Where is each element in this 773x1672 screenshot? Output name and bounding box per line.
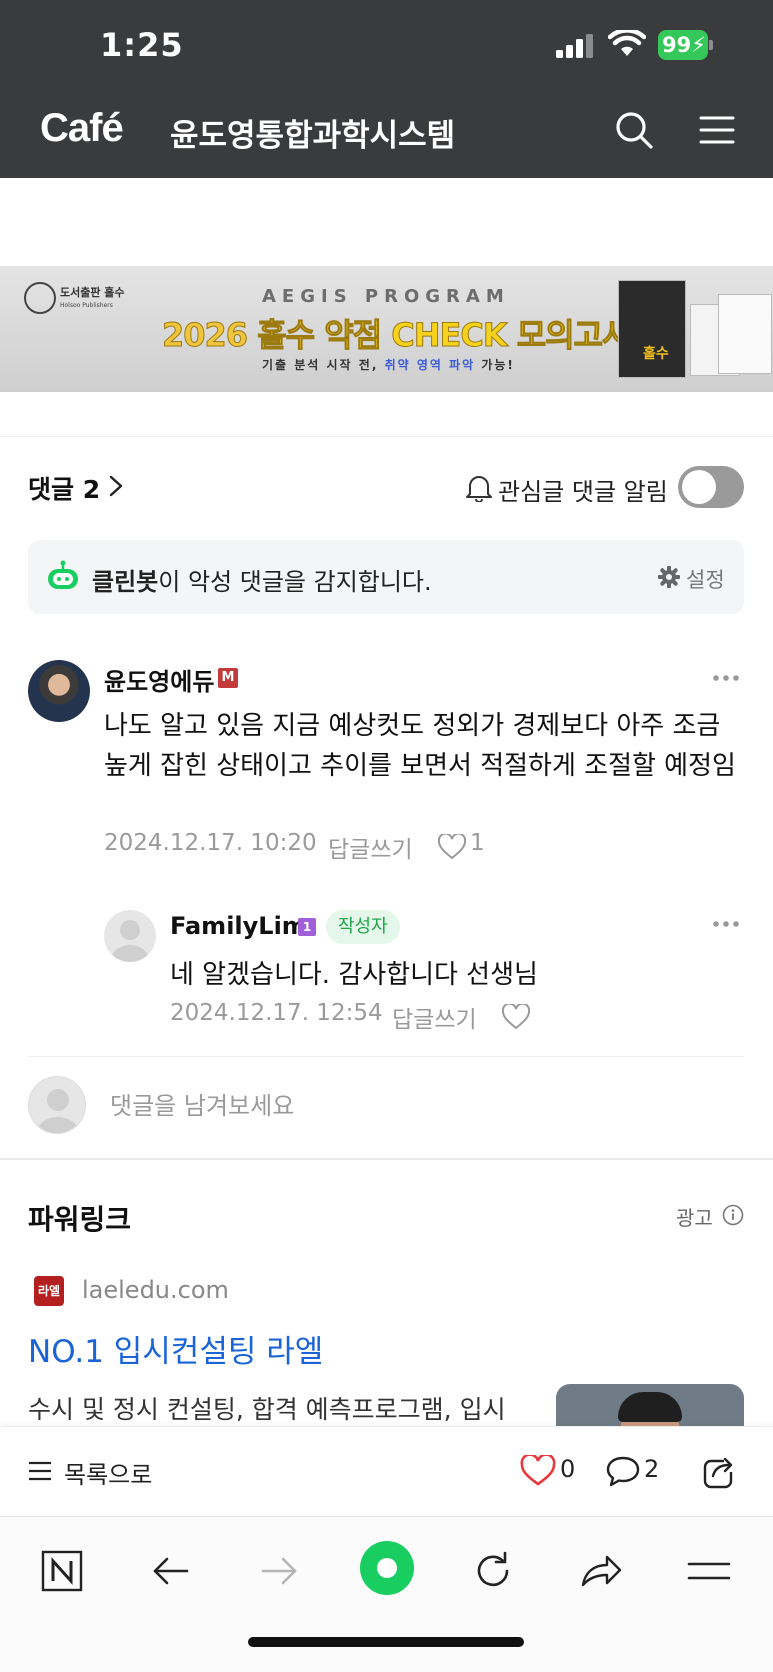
banner-subtitle: 기출 분석 시작 전, 취약 영역 파악 가능! — [262, 356, 515, 373]
banner-program: AEGIS PROGRAM — [262, 286, 510, 307]
default-avatar-icon — [112, 920, 148, 962]
menu-icon[interactable] — [683, 1545, 735, 1597]
chevron-right-icon[interactable] — [108, 474, 124, 498]
comments-count-link[interactable]: 댓글 2 — [28, 470, 100, 506]
cafe-name[interactable]: 윤도영통합과학시스템 — [170, 110, 455, 155]
comment-input[interactable] — [110, 1088, 730, 1124]
banner-sub-part3: 가능! — [475, 358, 515, 372]
cafe-logo[interactable]: Café — [40, 106, 124, 151]
divider — [0, 436, 773, 437]
battery-level: 99 — [662, 33, 692, 57]
share-arrow-icon[interactable] — [575, 1545, 627, 1597]
list-icon[interactable] — [28, 1459, 52, 1483]
banner-sub-part1: 기출 분석 시작 전, — [262, 358, 385, 372]
comment-text: 나도 알고 있음 지금 예상컷도 정외가 경제보다 아주 조금 높게 잡힌 상태… — [104, 711, 736, 781]
member-level-badge: 1 — [298, 918, 316, 936]
comment-author[interactable]: FamilyLim — [170, 912, 307, 940]
more-options-icon[interactable] — [712, 666, 740, 690]
comment-date: 2024.12.17. 10:20 — [104, 830, 317, 856]
back-to-list-button[interactable]: 목록으로 — [64, 1455, 152, 1490]
menu-icon[interactable] — [698, 114, 736, 146]
cleanbot-message: 클린봇이 악성 댓글을 감지합니다. — [92, 562, 432, 597]
article-action-bar: 목록으로 0 2 — [0, 1426, 773, 1516]
cleanbot-robot-icon — [48, 560, 78, 589]
ad-label: 광고 — [676, 1206, 713, 1230]
toggle-knob — [682, 470, 716, 504]
book-cover-label: 홀수 — [643, 346, 669, 362]
author-tag: 작성자 — [326, 910, 400, 944]
banner-sub-part2: 취약 영역 파악 — [384, 358, 476, 372]
home-dot-icon — [377, 1558, 397, 1578]
reply-button[interactable]: 답글쓰기 — [392, 1000, 477, 1034]
naver-n-icon[interactable] — [36, 1545, 88, 1597]
bell-icon — [466, 476, 492, 502]
back-arrow-icon[interactable] — [145, 1545, 197, 1597]
ad-description: 수시 및 정시 컨설팅, 합격 예측프로그램, 입시 — [28, 1395, 506, 1424]
member-level-badge: M — [218, 668, 238, 688]
reply-button[interactable]: 답글쓰기 — [328, 830, 413, 864]
publisher-name-en: Holsoo Publishers — [60, 302, 113, 309]
comment-text: 네 알겠습니다. 감사합니다 선생님 — [170, 960, 538, 990]
more-options-icon[interactable] — [712, 912, 740, 936]
share-icon[interactable] — [702, 1453, 738, 1489]
publisher-emblem-icon — [24, 282, 56, 314]
divider — [28, 1056, 744, 1057]
home-indicator — [248, 1637, 524, 1647]
search-icon[interactable] — [614, 110, 654, 150]
heart-icon[interactable] — [438, 834, 466, 860]
default-avatar-icon — [38, 1089, 78, 1133]
powerlink-title: 파워링크 — [28, 1203, 132, 1236]
heart-icon[interactable] — [520, 1455, 556, 1487]
battery-indicator: 99⚡ — [658, 30, 713, 60]
section-divider — [0, 1158, 773, 1160]
cleanbot-text: 이 악성 댓글을 감지합니다. — [158, 568, 432, 596]
comment-date: 2024.12.17. 12:54 — [170, 1000, 383, 1026]
notify-label: 관심글 댓글 알림 — [498, 478, 668, 506]
banner-title-part1: 2026 홀수 — [161, 316, 325, 355]
gear-icon[interactable] — [658, 566, 680, 588]
cellular-signal-icon — [556, 34, 593, 58]
comment-author[interactable]: 윤도영에듀 — [104, 662, 214, 697]
status-time: 1:25 — [100, 26, 184, 64]
like-count: 0 — [560, 1455, 576, 1483]
cleanbot-name: 클린봇 — [92, 568, 159, 596]
banner-title-part2: 약점 CHECK 모의고사 — [324, 316, 632, 355]
home-button[interactable] — [360, 1541, 414, 1595]
ad-headline-link[interactable]: NO.1 입시컨설팅 라엘 — [28, 1326, 323, 1371]
like-count: 1 — [470, 830, 485, 856]
banner-title: 2026 홀수 약점 CHECK 모의고사 — [161, 310, 632, 356]
book-cover-image — [718, 294, 772, 374]
publisher-logo: 도서출판 홀수 Holsoo Publishers — [24, 282, 134, 322]
avatar[interactable] — [104, 910, 156, 962]
cleanbot-notice: 클린봇이 악성 댓글을 감지합니다. 설정 — [28, 540, 744, 614]
ad-domain[interactable]: laeledu.com — [82, 1276, 229, 1304]
comment-count: 2 — [644, 1455, 660, 1483]
forward-arrow-icon[interactable] — [253, 1545, 305, 1597]
wifi-icon — [608, 30, 646, 56]
cleanbot-settings-button[interactable]: 설정 — [686, 564, 725, 594]
avatar[interactable] — [28, 660, 90, 722]
notify-toggle[interactable] — [678, 466, 744, 508]
refresh-icon[interactable] — [467, 1545, 519, 1597]
charging-bolt-icon: ⚡ — [691, 33, 706, 57]
publisher-name: 도서출판 홀수 — [60, 286, 125, 299]
my-avatar — [28, 1076, 86, 1134]
banner-ad[interactable]: 도서출판 홀수 Holsoo Publishers AEGIS PROGRAM … — [0, 266, 773, 392]
comment-bubble-icon[interactable] — [606, 1455, 640, 1487]
site-favicon: 라엘 — [34, 1276, 64, 1306]
heart-icon[interactable] — [502, 1004, 530, 1030]
book-cover-image: 홀수 — [618, 280, 686, 378]
app-header: 1:25 99⚡ Café 윤도영통합과학시스템 — [0, 0, 773, 178]
info-icon[interactable] — [722, 1204, 744, 1226]
browser-toolbar — [0, 1516, 773, 1672]
